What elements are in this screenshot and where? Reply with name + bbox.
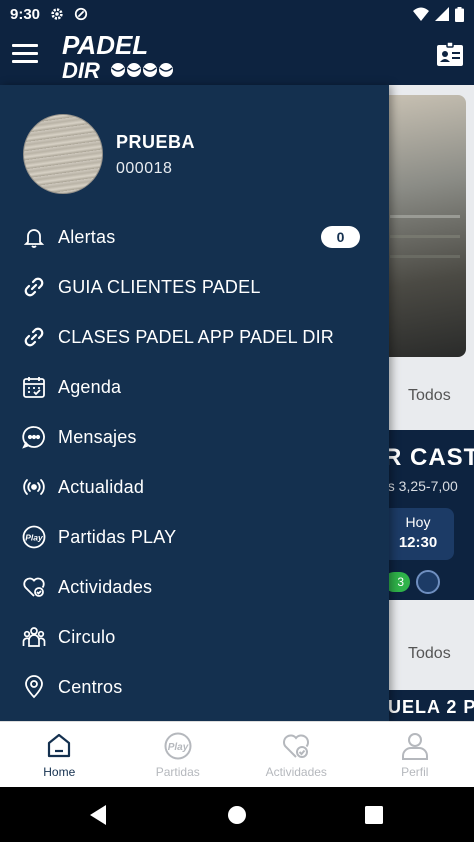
- app-bar: PADEL DIR: [0, 28, 474, 85]
- system-navigation-bar: [0, 787, 474, 842]
- drawer-item-agenda[interactable]: Agenda: [0, 362, 389, 412]
- tab-label: Actividades: [265, 765, 327, 779]
- battery-icon: [455, 6, 464, 22]
- logo-text-padel: PADEL: [62, 30, 148, 60]
- signal-icon: [435, 7, 449, 21]
- home-icon: [48, 733, 71, 758]
- group-icon: [22, 627, 46, 647]
- match-card[interactable]: R CAST es 3,25-7,00 Hoy 12:30 3: [380, 430, 474, 600]
- chat-icon: [22, 426, 45, 449]
- hamburger-menu-icon[interactable]: [12, 44, 38, 66]
- drawer-item-actualidad[interactable]: Actualidad: [0, 462, 389, 512]
- location-pin-icon: [25, 675, 43, 699]
- match-card-2-title: UELA 2 P: [388, 697, 474, 717]
- calendar-icon: [23, 377, 45, 398]
- navigation-drawer: PRUEBA 000018 Alertas 0 GUIA CLIENTES PA…: [0, 85, 389, 721]
- match-time: 12:30: [398, 534, 438, 551]
- drawer-item-label: Centros: [58, 676, 123, 697]
- back-icon[interactable]: [84, 801, 112, 829]
- link-icon: [24, 277, 44, 297]
- heart-check-icon: [23, 577, 45, 597]
- drawer-item-actividades[interactable]: Actividades: [0, 562, 389, 612]
- drawer-item-label: Actualidad: [58, 476, 145, 497]
- drawer-item-label: Alertas: [58, 226, 116, 247]
- play-badge-icon: Play: [164, 732, 192, 760]
- drawer-item-label: Partidas PLAY: [58, 526, 177, 547]
- match-card-title: R CAST: [384, 444, 474, 471]
- wifi-icon: [413, 7, 429, 21]
- user-id: 000018: [116, 160, 173, 177]
- data-saver-icon: [74, 7, 88, 21]
- id-card-icon[interactable]: [436, 41, 464, 69]
- drawer-item-label: Mensajes: [58, 426, 137, 447]
- drawer-item-label: Circulo: [58, 626, 116, 647]
- avatar[interactable]: [23, 114, 103, 194]
- drawer-item-circulo[interactable]: Circulo: [0, 612, 389, 662]
- padel-ball-icon: [416, 570, 440, 594]
- user-name: PRUEBA: [116, 132, 196, 152]
- drawer-item-label: GUIA CLIENTES PADEL: [58, 276, 261, 297]
- drawer-item-alertas[interactable]: Alertas 0: [0, 212, 389, 262]
- tab-perfil[interactable]: Perfil: [356, 722, 474, 787]
- person-icon: [401, 733, 428, 760]
- padel-balls-icon: [111, 63, 173, 77]
- filter-todos-1[interactable]: Todos: [408, 387, 451, 405]
- filter-todos-2[interactable]: Todos: [408, 645, 451, 663]
- tab-partidas[interactable]: Play Partidas: [119, 722, 238, 787]
- tab-home[interactable]: Home: [0, 722, 119, 787]
- drawer-item-partidas-play[interactable]: Play Partidas PLAY: [0, 512, 389, 562]
- bell-icon: [23, 229, 45, 248]
- alerts-count-badge: 0: [321, 226, 360, 248]
- tab-label: Perfil: [401, 765, 429, 779]
- drawer-item-label: Actividades: [58, 576, 153, 597]
- drawer-item-label: CLASES PADEL APP PADEL DIR: [58, 326, 334, 347]
- match-card-2[interactable]: UELA 2 P: [388, 690, 474, 721]
- tab-label: Home: [43, 765, 76, 779]
- home-circle-icon[interactable]: [223, 801, 251, 829]
- match-card-subtitle: es 3,25-7,00: [380, 478, 458, 494]
- drawer-item-mensajes[interactable]: Mensajes: [0, 412, 389, 462]
- svg-text:Play: Play: [167, 742, 188, 753]
- tab-label: Partidas: [155, 765, 200, 779]
- recents-icon[interactable]: [360, 801, 388, 829]
- broadcast-icon: [23, 479, 45, 495]
- bottom-navigation: Home Play Partidas Actividades Perfil: [0, 721, 474, 787]
- status-bar: 9:30: [0, 0, 474, 28]
- drawer-item-clases-padel[interactable]: CLASES PADEL APP PADEL DIR: [0, 312, 389, 362]
- padel-dir-logo: PADEL DIR: [62, 30, 173, 82]
- match-day-time: Hoy 12:30: [382, 508, 454, 560]
- match-day: Hoy: [405, 514, 431, 530]
- status-time: 9:30: [10, 5, 41, 23]
- drawer-item-centros[interactable]: Centros: [0, 662, 389, 712]
- tab-actividades[interactable]: Actividades: [237, 722, 356, 787]
- settings-gear-icon: [51, 8, 63, 20]
- svg-text:Play: Play: [25, 533, 44, 543]
- link-icon: [24, 327, 44, 347]
- club-photo[interactable]: [380, 95, 466, 357]
- heart-check-icon: [283, 734, 310, 758]
- drawer-item-guia-clientes[interactable]: GUIA CLIENTES PADEL: [0, 262, 389, 312]
- drawer-item-label: Agenda: [58, 376, 122, 397]
- play-badge-icon: Play: [22, 525, 46, 549]
- drawer-menu: Alertas 0 GUIA CLIENTES PADEL CLASES PAD…: [0, 212, 389, 712]
- logo-text-dir: DIR: [62, 58, 100, 82]
